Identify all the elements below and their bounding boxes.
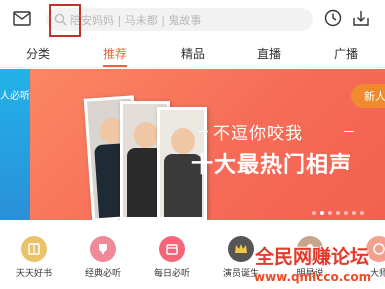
carousel-dot xyxy=(360,211,364,215)
new-user-pill-label: 新人 xyxy=(364,90,385,103)
banner-headline: 十大最热门相声 xyxy=(191,153,353,178)
active-tab-indicator xyxy=(103,65,127,67)
banner-carousel[interactable]: 人必听 不逗你咬我 十大最热门相声 新人 xyxy=(0,69,385,220)
tab-category[interactable]: 分类 xyxy=(26,45,50,62)
carousel-dot xyxy=(336,211,340,215)
history-clock-icon[interactable] xyxy=(324,9,342,27)
tab-live[interactable]: 直播 xyxy=(257,45,281,62)
new-user-pill[interactable]: 新人 xyxy=(351,84,385,108)
search-bar[interactable]: 陪安妈妈 | 马未都 | 鬼故事 xyxy=(46,8,313,31)
tab-premium[interactable]: 精品 xyxy=(181,45,205,62)
quick-entry-label: 每日必听 xyxy=(153,269,190,279)
mail-icon[interactable] xyxy=(13,11,31,26)
carousel-dot xyxy=(312,211,316,215)
previous-banner-peek[interactable]: 人必听 xyxy=(0,69,30,220)
watermark-url: www.qmlcco.com xyxy=(254,270,372,284)
quick-entry-item[interactable]: 每日必听 xyxy=(146,236,198,286)
carousel-dot xyxy=(352,211,356,215)
download-icon[interactable] xyxy=(352,9,370,27)
book-icon xyxy=(21,236,47,262)
banner-slogan: 不逗你咬我 xyxy=(213,124,303,144)
tab-recommend[interactable]: 推荐 xyxy=(103,45,127,62)
quick-entry-label: 经典必听 xyxy=(84,269,121,279)
category-tabs: 分类 推荐 精品 直播 广播 xyxy=(0,38,385,68)
carousel-dot xyxy=(344,211,348,215)
slogan-dash-right xyxy=(344,131,354,132)
quick-entry-item[interactable]: 经典必听 xyxy=(77,236,129,286)
tab-radio[interactable]: 广播 xyxy=(334,45,358,62)
top-bar: 陪安妈妈 | 马未都 | 鬼故事 xyxy=(0,0,385,38)
annotation-highlight-box xyxy=(49,4,81,37)
crown-icon xyxy=(228,236,254,262)
quick-entry-item[interactable]: 天天好书 xyxy=(8,236,60,286)
search-placeholder: 陪安妈妈 | 马未都 | 鬼故事 xyxy=(70,14,202,27)
carousel-dot xyxy=(328,211,332,215)
watermark-text: 全民网赚论坛 xyxy=(255,246,370,268)
current-banner[interactable] xyxy=(30,69,385,220)
carousel-dot xyxy=(320,211,324,215)
calendar-icon xyxy=(159,236,185,262)
slogan-dash-left xyxy=(198,131,208,132)
trophy-icon xyxy=(90,236,116,262)
previous-banner-text: 人必听 xyxy=(0,91,30,102)
quick-entry-label: 天天好书 xyxy=(15,269,52,279)
